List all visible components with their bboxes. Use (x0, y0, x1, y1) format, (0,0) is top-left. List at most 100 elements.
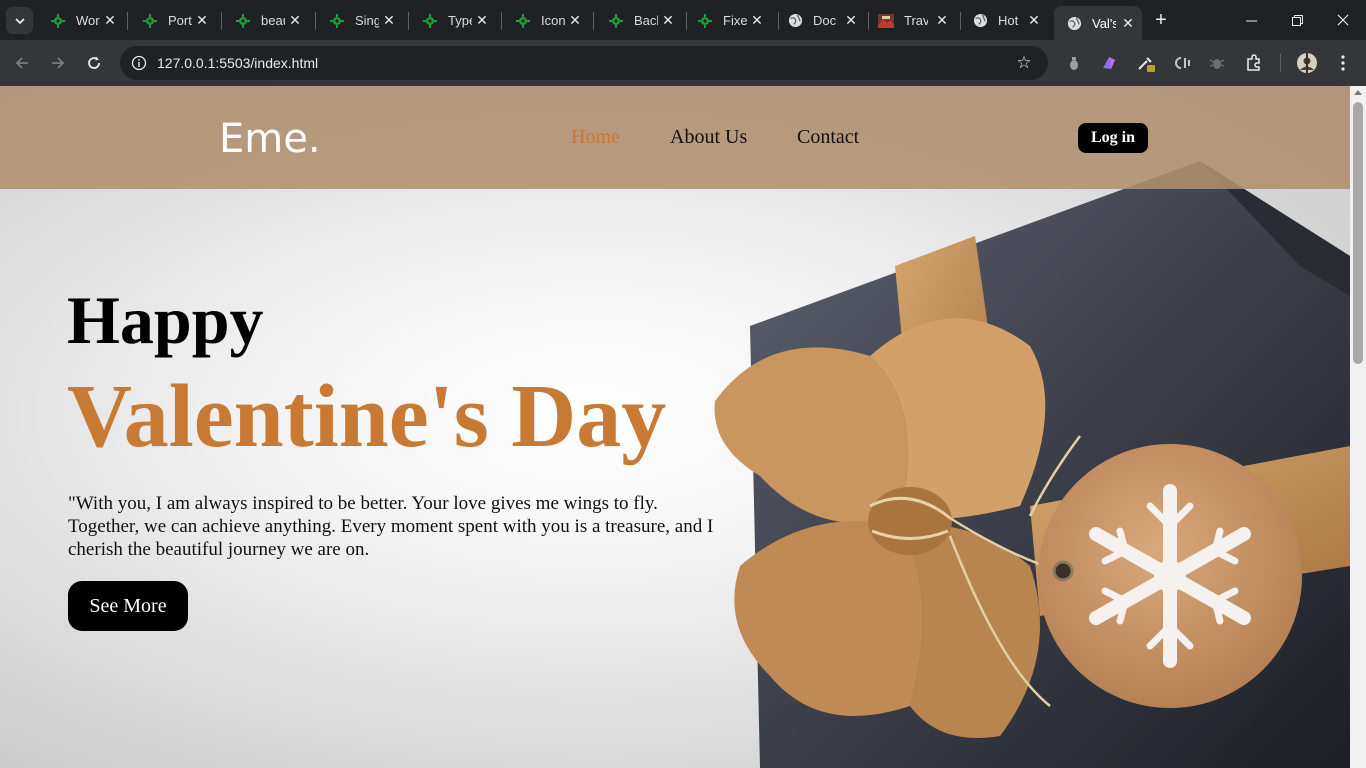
address-bar[interactable]: 127.0.0.1:5503/index.html ☆ (120, 46, 1048, 80)
extension-purple-icon[interactable] (1098, 52, 1120, 74)
url-text[interactable]: 127.0.0.1:5503/index.html (157, 55, 318, 71)
tab-title: Sing (355, 13, 379, 28)
tab-type[interactable]: Type ✕ (410, 6, 496, 35)
tab-icon[interactable]: Icon ✕ (503, 6, 589, 35)
close-icon[interactable]: ✕ (660, 12, 676, 29)
minimize-icon (1245, 20, 1257, 21)
tab-vals-active[interactable]: Val's ✕ (1054, 6, 1142, 40)
browser-toolbar: 127.0.0.1:5503/index.html ☆ (0, 40, 1366, 86)
hero-quote: "With you, I am always inspired to be be… (68, 493, 714, 560)
arrow-right-icon (52, 57, 65, 69)
tab-separator (127, 12, 128, 30)
tab-doc[interactable]: Doc ✕ (775, 6, 865, 35)
tab-port[interactable]: Port ✕ (130, 6, 216, 35)
arrow-left-icon (15, 57, 28, 69)
close-icon[interactable]: ✕ (287, 12, 303, 29)
tab-title: Trav (904, 13, 928, 28)
hero-title-line1: Happy (67, 282, 264, 358)
close-icon[interactable]: ✕ (934, 12, 950, 29)
restore-button[interactable] (1274, 0, 1320, 40)
green-gear-icon (329, 13, 345, 29)
scrollbar-thumb[interactable] (1353, 102, 1363, 364)
close-icon[interactable]: ✕ (843, 12, 859, 29)
web-page: Eme. Home About Us Contact Log in Happy … (0, 86, 1350, 768)
green-gear-icon (515, 13, 531, 29)
tab-title: Port (168, 13, 192, 28)
green-gear-icon (422, 13, 438, 29)
extensions-puzzle-icon[interactable] (1243, 52, 1265, 74)
tab-fixe[interactable]: Fixe ✕ (685, 6, 771, 35)
tab-separator (315, 12, 316, 30)
extension-eyedropper-icon[interactable] (1135, 52, 1157, 74)
chevron-down-icon (14, 17, 25, 24)
restore-icon (1291, 14, 1303, 26)
tab-sing[interactable]: Sing ✕ (317, 6, 403, 35)
tab-separator (221, 12, 222, 30)
close-icon[interactable]: ✕ (194, 12, 210, 29)
extension-ci-icon[interactable] (1171, 52, 1193, 74)
tab-search-button[interactable] (6, 7, 33, 34)
nav-home-link[interactable]: Home (571, 126, 620, 149)
site-header: Eme. Home About Us Contact Log in (0, 86, 1350, 189)
tab-separator (408, 12, 409, 30)
bookmark-star-icon[interactable]: ☆ (1014, 53, 1034, 73)
tab-title: Type (448, 13, 472, 28)
kebab-menu-icon (1341, 55, 1345, 71)
extension-lamp-icon[interactable] (1063, 52, 1085, 74)
tab-title: Doc (813, 13, 837, 28)
tab-back[interactable]: Back ✕ (596, 6, 682, 35)
extension-bug-icon[interactable] (1206, 52, 1228, 74)
tab-separator (593, 12, 594, 30)
close-window-button[interactable] (1320, 0, 1366, 40)
tab-title: Icon (541, 13, 565, 28)
browser-menu-button[interactable] (1332, 52, 1354, 74)
close-icon[interactable]: ✕ (567, 12, 583, 29)
green-gear-icon (142, 13, 158, 29)
new-tab-button[interactable]: + (1150, 9, 1172, 31)
see-more-button[interactable]: See More (68, 581, 188, 631)
tab-strip: Wor ✕ Port ✕ beau ✕ Sing ✕ Type ✕ Icon ✕… (0, 0, 1366, 40)
close-icon[interactable]: ✕ (381, 12, 397, 29)
nav-about-link[interactable]: About Us (670, 126, 747, 149)
close-icon[interactable]: ✕ (1120, 15, 1136, 31)
reload-button[interactable] (82, 51, 106, 75)
close-icon[interactable]: ✕ (102, 12, 118, 29)
tab-title: Val's (1092, 15, 1116, 31)
tab-title: Fixe (723, 13, 747, 28)
image-thumbnail-icon (878, 13, 894, 29)
green-gear-icon (608, 13, 624, 29)
globe-icon (1066, 15, 1082, 31)
tab-title: beau (261, 13, 285, 28)
hero-title-line2: Valentine's Day (67, 367, 667, 466)
reload-icon (88, 56, 100, 69)
close-icon[interactable]: ✕ (474, 12, 490, 29)
forward-button[interactable] (46, 51, 70, 75)
green-gear-icon (50, 13, 66, 29)
gift-box-image (714, 161, 1350, 768)
globe-icon (787, 13, 803, 29)
minimize-button[interactable] (1228, 0, 1274, 40)
tab-hot[interactable]: Hot ✕ (960, 6, 1048, 35)
login-button[interactable]: Log in (1078, 123, 1148, 153)
tab-beau[interactable]: beau ✕ (223, 6, 309, 35)
page-scrollbar[interactable] (1350, 86, 1366, 768)
green-gear-icon (697, 13, 713, 29)
close-icon[interactable]: ✕ (749, 12, 765, 29)
close-icon (1337, 14, 1349, 26)
tab-trav[interactable]: Trav ✕ (866, 6, 956, 35)
tab-title: Back (634, 13, 658, 28)
back-button[interactable] (10, 51, 34, 75)
tab-title: Wor (76, 13, 100, 28)
tab-wor[interactable]: Wor ✕ (38, 6, 124, 35)
site-logo[interactable]: Eme. (219, 116, 321, 162)
profile-avatar[interactable] (1296, 52, 1318, 74)
toolbar-divider (1280, 54, 1281, 72)
scroll-up-arrow-icon[interactable] (1354, 90, 1362, 95)
tab-title: Hot (998, 13, 1019, 28)
site-info-icon[interactable] (130, 54, 148, 72)
close-icon[interactable]: ✕ (1026, 12, 1042, 29)
green-gear-icon (235, 13, 251, 29)
tab-separator (501, 12, 502, 30)
globe-icon (972, 13, 988, 29)
nav-contact-link[interactable]: Contact (797, 126, 859, 149)
